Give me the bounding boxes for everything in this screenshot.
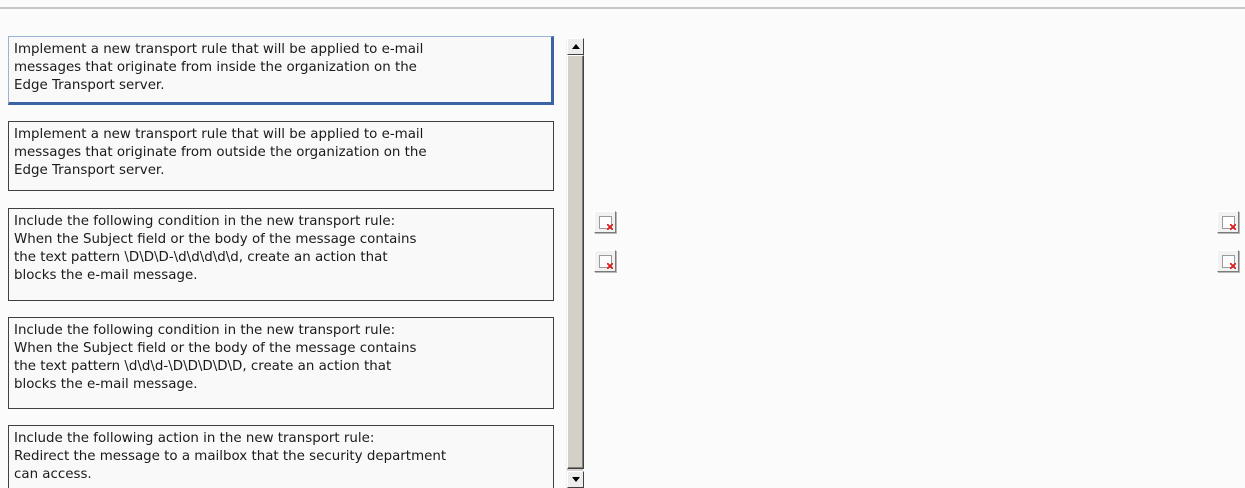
option-item-3[interactable]: Include the following condition in the n… xyxy=(8,208,554,301)
top-divider xyxy=(0,7,1245,9)
scroll-down-button[interactable] xyxy=(567,471,584,488)
move-up-button[interactable] xyxy=(1217,211,1239,233)
options-list: Implement a new transport rule that will… xyxy=(8,36,556,488)
broken-image-icon xyxy=(599,255,613,269)
move-left-button[interactable] xyxy=(594,250,616,272)
option-item-1[interactable]: Implement a new transport rule that will… xyxy=(8,36,554,105)
option-item-2[interactable]: Implement a new transport rule that will… xyxy=(8,121,554,191)
options-scrollbar[interactable] xyxy=(566,38,584,488)
scroll-thumb[interactable] xyxy=(567,55,584,469)
arrow-up-icon xyxy=(571,44,580,49)
move-right-button[interactable] xyxy=(594,211,616,233)
move-down-button[interactable] xyxy=(1217,250,1239,272)
broken-image-icon xyxy=(599,216,613,230)
broken-image-icon xyxy=(1222,216,1236,230)
option-item-5[interactable]: Include the following action in the new … xyxy=(8,425,554,488)
scroll-up-button[interactable] xyxy=(567,38,584,55)
broken-image-icon xyxy=(1222,255,1236,269)
arrow-down-icon xyxy=(571,477,580,482)
option-item-4[interactable]: Include the following condition in the n… xyxy=(8,317,554,409)
